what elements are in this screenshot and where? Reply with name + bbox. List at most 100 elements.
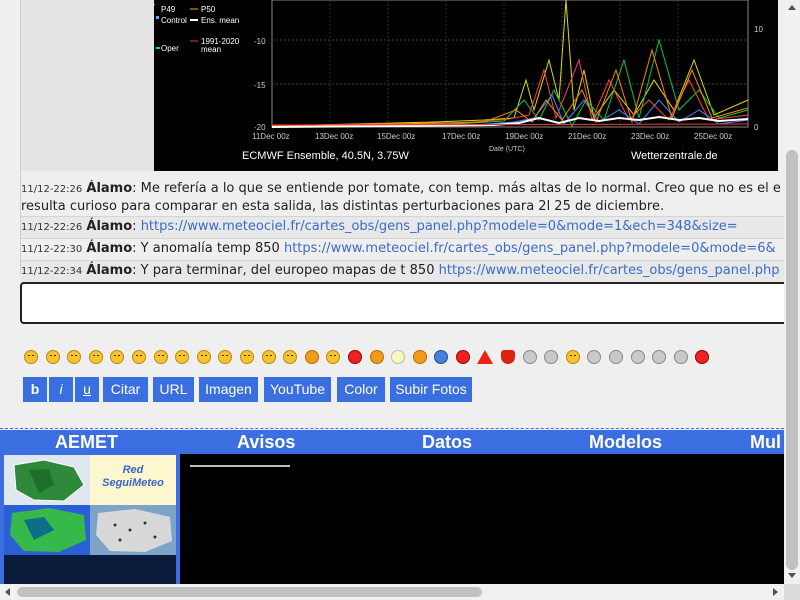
- message-link[interactable]: https://www.meteociel.fr/cartes_obs/gens…: [141, 219, 738, 234]
- color-button[interactable]: Color: [337, 377, 385, 402]
- cloud-icon[interactable]: [522, 349, 537, 364]
- cool-icon[interactable]: [239, 349, 254, 364]
- message-user[interactable]: Álamo: [86, 241, 132, 256]
- legend-oper: Oper: [161, 44, 179, 53]
- eyes-icon[interactable]: [218, 349, 233, 364]
- x-tick-3: 17Dec 00z: [442, 132, 480, 141]
- satellite-thumb[interactable]: [4, 555, 176, 584]
- stop-icon[interactable]: [455, 349, 470, 364]
- smirk-icon[interactable]: [175, 349, 190, 364]
- message-user[interactable]: Álamo: [86, 181, 132, 196]
- page: P49 Control Oper P50 Ens. mean 1991-2020…: [0, 0, 784, 584]
- partly-cloudy-icon[interactable]: [587, 349, 602, 364]
- underline-button[interactable]: u: [75, 377, 99, 402]
- legend-climatology-2: mean: [201, 45, 221, 54]
- horizontal-scroll-thumb[interactable]: [17, 587, 482, 597]
- heart-icon[interactable]: [501, 349, 516, 364]
- url-button[interactable]: URL: [153, 377, 194, 402]
- scroll-up-icon[interactable]: [788, 5, 796, 10]
- y-tick-left-2: -20: [254, 123, 266, 132]
- neutral-icon[interactable]: [131, 349, 146, 364]
- warning-icon[interactable]: [477, 349, 494, 364]
- cry-icon[interactable]: [283, 349, 298, 364]
- vertical-scrollbar[interactable]: [784, 0, 800, 584]
- chat-input[interactable]: [20, 282, 784, 324]
- youtube-button[interactable]: YouTube: [264, 377, 331, 402]
- grin-icon[interactable]: [88, 349, 103, 364]
- y-tick-left-1: -15: [254, 81, 266, 90]
- nav-avisos[interactable]: Avisos: [237, 430, 295, 454]
- chat-message: 11/12-22:26 Álamo: Me refería a lo que s…: [21, 178, 784, 217]
- message-user[interactable]: Álamo: [86, 263, 132, 278]
- chat-log: 11/12-22:26 Álamo: Me refería a lo que s…: [21, 178, 784, 283]
- chat-message: 11/12-22:34 Álamo: Y para terminar, del …: [21, 261, 784, 283]
- bottom-nav: AEMET Avisos Datos Modelos Mul: [0, 430, 784, 454]
- flag-icon[interactable]: [695, 349, 710, 364]
- message-user[interactable]: Álamo: [86, 219, 132, 234]
- legend-p49: P49: [161, 5, 176, 14]
- nav-modelos[interactable]: Modelos: [589, 430, 662, 454]
- red-seguimeteo-thumb[interactable]: Red SeguiMeteo: [90, 455, 176, 505]
- upload-photos-button[interactable]: Subir Fotos: [390, 377, 472, 402]
- monkey-icon[interactable]: [369, 349, 384, 364]
- devil-icon[interactable]: [347, 349, 362, 364]
- snow-icon[interactable]: [630, 349, 645, 364]
- vertical-scroll-thumb[interactable]: [786, 150, 798, 570]
- nav-datos[interactable]: Datos: [422, 430, 472, 454]
- storm-icon[interactable]: [652, 349, 667, 364]
- fog-icon[interactable]: [673, 349, 688, 364]
- scroll-right-icon[interactable]: [773, 588, 778, 596]
- ensemble-chart-image[interactable]: P49 Control Oper P50 Ens. mean 1991-2020…: [154, 0, 778, 171]
- nav-aemet[interactable]: AEMET: [55, 430, 118, 454]
- legend-control: Control: [161, 16, 187, 25]
- precip-map-thumb[interactable]: [4, 505, 90, 555]
- chat-message: 11/12-22:26 Álamo: https://www.meteociel…: [21, 217, 784, 239]
- scroll-left-icon[interactable]: [5, 588, 10, 596]
- legend-ens-mean: Ens. mean: [201, 16, 239, 25]
- x-axis-label: Date (UTC): [489, 146, 525, 153]
- sun-icon[interactable]: [565, 349, 580, 364]
- nav-more[interactable]: Mul: [750, 430, 781, 454]
- rain-icon[interactable]: [609, 349, 624, 364]
- x-tick-6: 23Dec 00z: [631, 132, 669, 141]
- lightbulb-icon[interactable]: [391, 349, 406, 364]
- message-text-continued: resulta curioso para comparar en esta sa…: [21, 199, 665, 214]
- thumbnail-grid: Red SeguiMeteo: [4, 455, 176, 584]
- y-tick-left-0: -10: [254, 37, 266, 46]
- chat-message: 11/12-22:30 Álamo: Y anomalía temp 850 h…: [21, 239, 784, 261]
- message-timestamp: 11/12-22:26: [21, 222, 83, 233]
- image-button[interactable]: Imagen: [199, 377, 258, 402]
- chart-caption-right: Wetterzentrale.de: [631, 150, 718, 162]
- question-icon[interactable]: [434, 349, 449, 364]
- scroll-down-icon[interactable]: [788, 573, 796, 578]
- sad-icon[interactable]: [45, 349, 60, 364]
- surprised-icon[interactable]: [153, 349, 168, 364]
- stations-map-thumb[interactable]: [90, 505, 176, 555]
- exclamation-icon[interactable]: [412, 349, 427, 364]
- message-text: : Me refería a lo que se entiende por to…: [132, 181, 781, 196]
- bold-button[interactable]: b: [23, 377, 47, 402]
- x-tick-4: 19Dec 00z: [505, 132, 543, 141]
- happy-icon[interactable]: [261, 349, 276, 364]
- aemet-map-thumb[interactable]: [4, 455, 90, 505]
- thumb-seguimeteo-label: SeguiMeteo: [102, 477, 164, 489]
- smile-icon[interactable]: [24, 349, 38, 364]
- angry-icon[interactable]: [304, 349, 319, 364]
- laugh-icon[interactable]: [110, 349, 125, 364]
- x-tick-1: 13Dec 00z: [315, 132, 353, 141]
- speech-bubble-icon[interactable]: [544, 349, 559, 364]
- scrollbar-corner: [784, 584, 800, 600]
- nerd-icon[interactable]: [196, 349, 211, 364]
- y-tick-right-0: 10: [754, 25, 763, 34]
- blush-icon[interactable]: [326, 349, 341, 364]
- x-tick-5: 21Dec 00z: [568, 132, 606, 141]
- message-text: : Y anomalía temp 850: [132, 241, 284, 256]
- italic-button[interactable]: i: [49, 377, 73, 402]
- message-link[interactable]: https://www.meteociel.fr/cartes_obs/gens…: [284, 241, 776, 256]
- webcam-panel[interactable]: [180, 454, 784, 584]
- message-text: :: [132, 219, 141, 234]
- quote-button[interactable]: Citar: [103, 377, 148, 402]
- wink-icon[interactable]: [67, 349, 82, 364]
- horizontal-scrollbar[interactable]: [0, 584, 784, 600]
- message-link[interactable]: https://www.meteociel.fr/cartes_obs/gens…: [439, 263, 780, 278]
